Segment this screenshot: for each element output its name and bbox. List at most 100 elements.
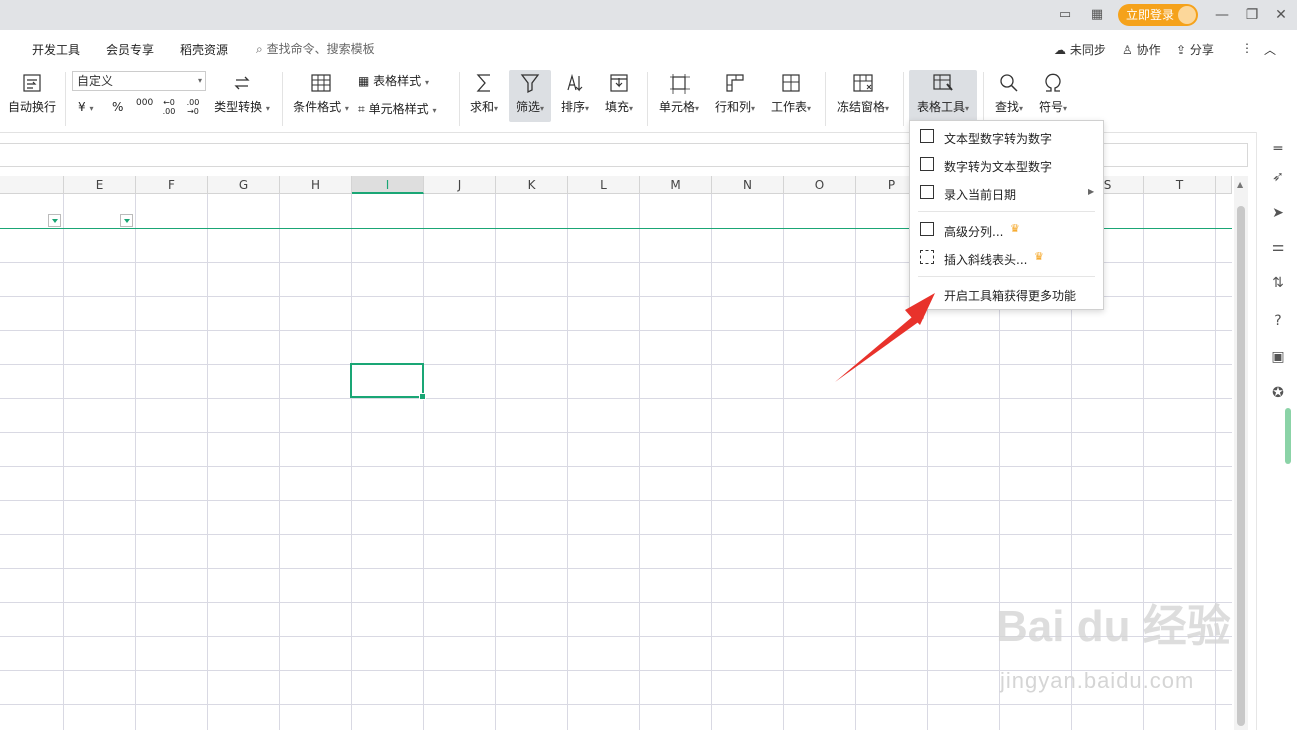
worksheet-icon [782, 74, 800, 92]
increase-decimal-button[interactable]: ←0 .00 [160, 98, 178, 116]
tab-developer[interactable]: 开发工具 [32, 41, 80, 58]
grid-line [0, 568, 1232, 569]
sync-status[interactable]: ☁ 未同步 [1054, 41, 1106, 58]
close-icon[interactable]: ✕ [1271, 5, 1291, 25]
sum-label: 求和 [469, 100, 494, 114]
share-label: 分享 [1189, 43, 1214, 57]
column-header[interactable] [1216, 176, 1232, 194]
find-button[interactable]: 查找▾ [990, 72, 1028, 115]
menu-item-number-to-text[interactable]: 数字转为文本型数字 [910, 151, 1103, 179]
more-icon[interactable]: ⋮ [1241, 41, 1253, 55]
crown-icon: ♛ [1010, 222, 1020, 235]
column-header-o[interactable]: O [784, 176, 856, 194]
grid-line [0, 330, 1232, 331]
vertical-scrollbar[interactable]: ▲ [1234, 176, 1248, 730]
template-icon[interactable]: ▣ [1269, 348, 1287, 366]
column-header-j[interactable]: J [424, 176, 496, 194]
column-header-i[interactable]: I [352, 176, 424, 194]
column-header-f[interactable]: F [136, 176, 208, 194]
collab-button[interactable]: ♙ 协作 [1122, 41, 1161, 58]
menu-lines-icon[interactable]: ═ [1269, 140, 1287, 158]
grid-line [207, 194, 208, 730]
lightbulb-icon[interactable]: ✪ [1269, 384, 1287, 402]
column-header-t[interactable]: T [1144, 176, 1216, 194]
cell-style-icon: ⌗ [358, 102, 365, 116]
rocket-icon[interactable]: ➶ [1269, 168, 1287, 186]
conditional-format-button[interactable]: 条件格式 ▾ [290, 72, 352, 115]
grid-line [423, 194, 424, 730]
row-col-button[interactable]: 行和列▾ [710, 72, 760, 115]
decrease-decimal-button[interactable]: .00 →0 [184, 98, 202, 116]
grid-line [855, 194, 856, 730]
wrap-text-button[interactable]: 自动换行 [6, 72, 58, 115]
filter-button[interactable]: 筛选▾ [509, 70, 551, 122]
column-header-g[interactable]: G [208, 176, 280, 194]
type-convert-button[interactable]: 类型转换 ▾ [212, 72, 272, 115]
worksheet-button[interactable]: 工作表▾ [766, 72, 816, 115]
cursor-icon[interactable]: ➤ [1269, 204, 1287, 222]
cell-style-button[interactable]: ⌗ 单元格样式 ▾ [358, 100, 436, 117]
minimize-icon[interactable]: — [1212, 5, 1232, 25]
calendar-icon [920, 185, 934, 199]
grid-line [0, 500, 1232, 501]
fill-button[interactable]: 填充▾ [600, 72, 638, 115]
cell-button[interactable]: 单元格▾ [654, 72, 704, 115]
column-header[interactable] [0, 176, 64, 194]
login-button[interactable]: 立即登录 [1118, 4, 1198, 26]
column-header-k[interactable]: K [496, 176, 568, 194]
conditional-format-label: 条件格式 [293, 100, 342, 114]
sum-button[interactable]: 求和▾ [466, 72, 502, 115]
menu-item-label: 高级分列... [944, 225, 1004, 239]
column-header-e[interactable]: E [64, 176, 136, 194]
fill-down-icon [610, 74, 628, 92]
watermark-logo: Bai du 经验 [996, 590, 1231, 654]
column-header-m[interactable]: M [640, 176, 712, 194]
collapse-ribbon-icon[interactable]: ︿ [1264, 41, 1276, 58]
column-header-l[interactable]: L [568, 176, 640, 194]
filter-dropdown-button[interactable] [48, 214, 61, 227]
table-style-label: 表格样式 [373, 74, 422, 88]
table-tools-dropdown: 文本型数字转为数字 数字转为文本型数字 录入当前日期 ▶ 高级分列... ♛ 插… [909, 120, 1104, 310]
find-label: 查找 [994, 100, 1019, 114]
grid-line [63, 194, 64, 730]
scroll-up-icon[interactable]: ▲ [1237, 180, 1243, 189]
side-panel: ═ ➶ ➤ ⚌ ⇅ ? ▣ ✪ [1256, 132, 1297, 730]
menu-item-advanced-split[interactable]: 高级分列... ♛ [910, 216, 1103, 244]
grid-apps-icon[interactable]: ▦ [1088, 6, 1106, 24]
table-tools-button[interactable]: 表格工具▾ [909, 70, 977, 122]
cell-label: 单元格 [658, 100, 695, 114]
title-bar: ▭ ▦ 立即登录 — ❐ ✕ [0, 0, 1297, 30]
table-style-button[interactable]: ▦ 表格样式 ▾ [358, 72, 429, 89]
scroll-thumb[interactable] [1237, 206, 1245, 726]
help-icon[interactable]: ? [1269, 312, 1287, 330]
freeze-panes-button[interactable]: 冻结窗格▾ [832, 72, 894, 115]
active-cell[interactable] [350, 363, 426, 400]
tab-member[interactable]: 会员专享 [106, 41, 154, 58]
percent-button[interactable]: % [112, 100, 123, 114]
menu-item-text-to-number[interactable]: 文本型数字转为数字 [910, 123, 1103, 151]
divider [65, 72, 66, 126]
menu-item-diagonal-header[interactable]: 插入斜线表头... ♛ [910, 244, 1103, 272]
column-header-h[interactable]: H [280, 176, 352, 194]
command-search[interactable]: ⌕ 查找命令、搜索模板 [256, 40, 375, 57]
resize-icon[interactable]: ⇅ [1269, 274, 1287, 292]
filter-dropdown-button[interactable] [120, 214, 133, 227]
tab-resources[interactable]: 稻壳资源 [180, 41, 228, 58]
sliders-icon[interactable]: ⚌ [1269, 238, 1287, 256]
grid-line [0, 534, 1232, 535]
diagonal-header-icon [920, 250, 934, 264]
column-header-n[interactable]: N [712, 176, 784, 194]
convert-icon [234, 76, 250, 90]
divider [825, 72, 826, 126]
number-format-select[interactable]: 自定义 ▾ [72, 71, 206, 91]
reading-mode-icon[interactable]: ▭ [1056, 6, 1074, 24]
sort-button[interactable]: 排序▾ [556, 72, 594, 115]
menu-item-open-toolbox[interactable]: 开启工具箱获得更多功能 [910, 280, 1103, 308]
share-button[interactable]: ⇪ 分享 [1176, 41, 1214, 58]
restore-icon[interactable]: ❐ [1242, 5, 1262, 25]
symbol-button[interactable]: 符号▾ [1034, 72, 1072, 115]
menu-item-insert-date[interactable]: 录入当前日期 ▶ [910, 179, 1103, 207]
currency-button[interactable]: ¥ ▾ [78, 100, 93, 114]
thousands-button[interactable]: 000 [136, 98, 153, 108]
menu-bar: 开发工具 会员专享 稻壳资源 ⌕ 查找命令、搜索模板 ☁ 未同步 ♙ 协作 ⇪ … [0, 30, 1297, 66]
